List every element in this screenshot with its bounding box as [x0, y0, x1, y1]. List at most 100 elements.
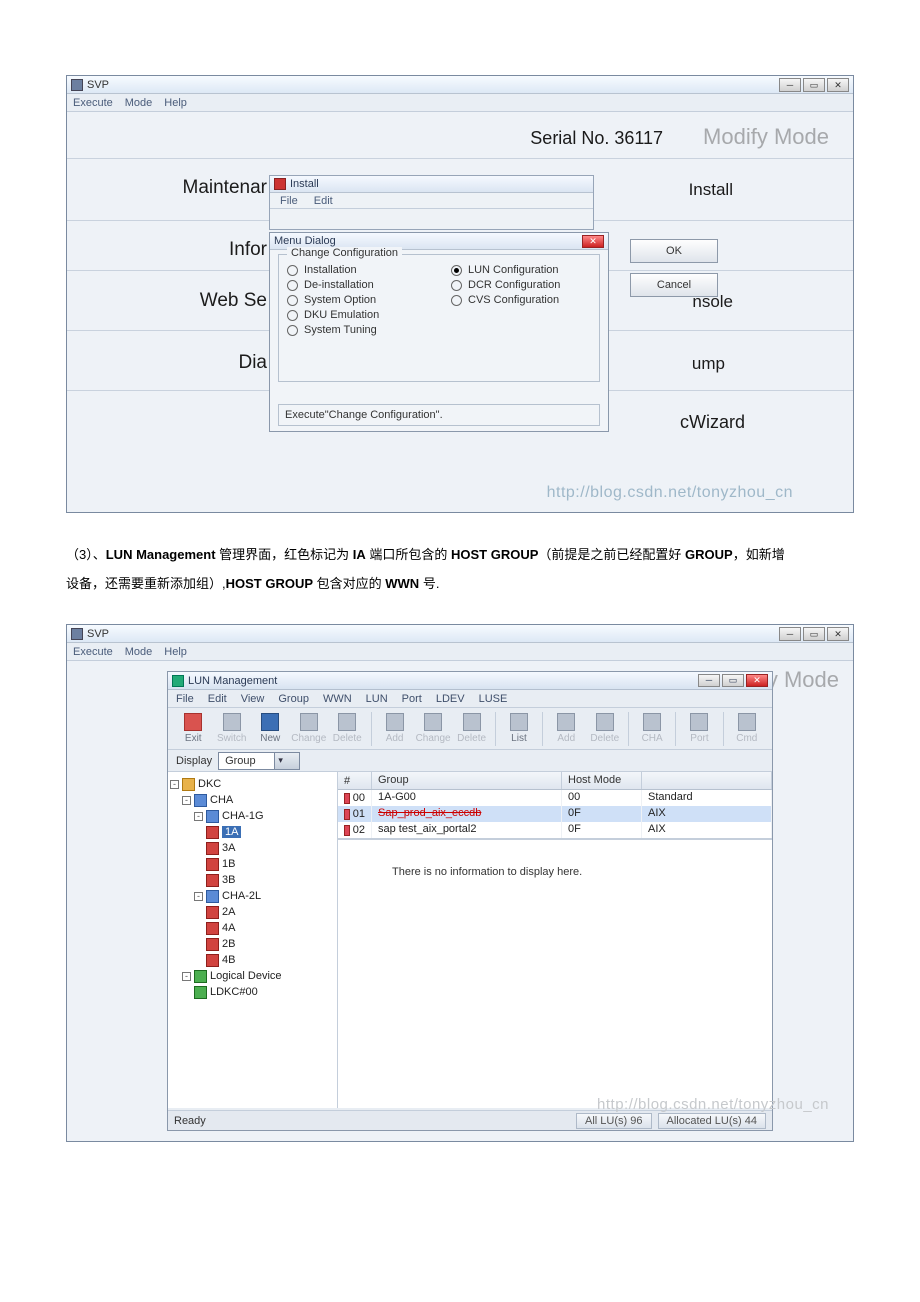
toolbar-new-button[interactable]: New	[251, 709, 290, 749]
toolbar-exit-button[interactable]: Exit	[174, 709, 213, 749]
lun-menu-view[interactable]: View	[241, 693, 265, 705]
install-window: Install File Edit	[269, 175, 594, 230]
toolbar-add-button[interactable]: Add	[547, 709, 586, 749]
cha-icon	[643, 713, 661, 731]
close-button[interactable]: ✕	[827, 78, 849, 92]
toolbar-delete-button[interactable]: Delete	[328, 709, 367, 749]
radio-deinstallation[interactable]: De-installation	[287, 279, 427, 291]
tree-toggle[interactable]: -	[170, 780, 179, 789]
right-pane: # Group Host Mode 001A-G0000Standard01Sa…	[338, 772, 772, 1108]
menu-mode[interactable]: Mode	[125, 646, 153, 658]
cancel-button[interactable]: Cancel	[630, 273, 718, 297]
group-table: # Group Host Mode 001A-G0000Standard01Sa…	[338, 772, 772, 839]
svp1-menubar: Execute Mode Help	[67, 94, 853, 112]
close-button[interactable]: ✕	[827, 627, 849, 641]
table-row[interactable]: 001A-G0000Standard	[338, 790, 772, 806]
radio-dku-emulation[interactable]: DKU Emulation	[287, 309, 427, 321]
col-hash[interactable]: #	[338, 772, 372, 789]
tree-ldkc[interactable]: LDKC#00	[210, 986, 258, 998]
btn-ump[interactable]: ump	[692, 354, 725, 374]
lun-menu-luse[interactable]: LUSE	[479, 693, 508, 705]
radio-installation[interactable]: Installation	[287, 264, 427, 276]
tree-port-1a[interactable]: 1A	[222, 826, 241, 838]
menu-execute[interactable]: Execute	[73, 646, 113, 658]
radio-lun-config[interactable]: LUN Configuration	[451, 264, 591, 276]
tree-port-3b[interactable]: 3B	[222, 874, 235, 886]
svp1-titlebar: SVP ─ ▭ ✕	[67, 76, 853, 94]
svp-window-1: SVP ─ ▭ ✕ Execute Mode Help Serial No. 3…	[66, 75, 854, 513]
tree-dkc[interactable]: DKC	[198, 778, 221, 790]
port-icon	[206, 954, 219, 967]
menu-dialog-buttons: OK Cancel	[630, 239, 718, 297]
ok-button[interactable]: OK	[630, 239, 718, 263]
tree-port-2a[interactable]: 2A	[222, 906, 235, 918]
toolbar-port-button[interactable]: Port	[680, 709, 719, 749]
lun-minimize-button[interactable]: ─	[698, 674, 720, 687]
tree-toggle[interactable]: -	[182, 972, 191, 981]
minimize-button[interactable]: ─	[779, 627, 801, 641]
tree-toggle[interactable]: -	[194, 812, 203, 821]
tree-port-2b[interactable]: 2B	[222, 938, 235, 950]
svp2-title: SVP	[87, 628, 109, 640]
maximize-button[interactable]: ▭	[803, 78, 825, 92]
menu-help[interactable]: Help	[164, 646, 187, 658]
add-icon	[557, 713, 575, 731]
chevron-down-icon[interactable]: ▾	[274, 753, 299, 769]
btn-wizard[interactable]: cWizard	[680, 412, 745, 433]
menu-help[interactable]: Help	[164, 97, 187, 109]
display-combo[interactable]: Group ▾	[218, 752, 300, 770]
row-maintenance: Maintenar	[67, 177, 267, 199]
tree-port-4a[interactable]: 4A	[222, 922, 235, 934]
toolbar-cha-button[interactable]: CHA	[633, 709, 672, 749]
toolbar-add-button[interactable]: Add	[375, 709, 414, 749]
radio-system-option[interactable]: System Option	[287, 294, 427, 306]
menu-mode[interactable]: Mode	[125, 97, 153, 109]
minimize-button[interactable]: ─	[779, 78, 801, 92]
lun-menu-lun[interactable]: LUN	[366, 693, 388, 705]
lun-menu-group[interactable]: Group	[278, 693, 309, 705]
toolbar-label: Add	[557, 733, 575, 744]
radio-system-tuning[interactable]: System Tuning	[287, 324, 427, 336]
toolbar-switch-button[interactable]: Switch	[213, 709, 252, 749]
tree-cha2l[interactable]: CHA-2L	[222, 890, 261, 902]
menu-dialog-close-icon[interactable]: ✕	[582, 235, 604, 248]
port-icon	[206, 858, 219, 871]
table-row[interactable]: 01Sap_prod_aix_eccdb0FAIX	[338, 806, 772, 822]
toolbar-list-button[interactable]: List	[500, 709, 539, 749]
maximize-button[interactable]: ▭	[803, 627, 825, 641]
install-menu-file[interactable]: File	[280, 195, 298, 207]
lun-menu-wwn[interactable]: WWN	[323, 693, 352, 705]
tree-logical-device[interactable]: Logical Device	[210, 970, 282, 982]
toolbar-delete-button[interactable]: Delete	[586, 709, 625, 749]
port-icon	[206, 842, 219, 855]
lun-menu-port[interactable]: Port	[402, 693, 422, 705]
toolbar-cmd-button[interactable]: Cmd	[728, 709, 767, 749]
lun-menu-edit[interactable]: Edit	[208, 693, 227, 705]
lun-menu-file[interactable]: File	[176, 693, 194, 705]
toolbar-delete-button[interactable]: Delete	[452, 709, 491, 749]
lun-toolbar: ExitSwitchNewChangeDeleteAddChangeDelete…	[168, 708, 772, 750]
tree-port-1b[interactable]: 1B	[222, 858, 235, 870]
tree-port-3a[interactable]: 3A	[222, 842, 235, 854]
col-group[interactable]: Group	[372, 772, 562, 789]
port-icon	[206, 938, 219, 951]
lun-maximize-button[interactable]: ▭	[722, 674, 744, 687]
tree-toggle[interactable]: -	[194, 892, 203, 901]
exit-icon	[184, 713, 202, 731]
tree-toggle[interactable]: -	[182, 796, 191, 805]
menu-execute[interactable]: Execute	[73, 97, 113, 109]
lun-menu-ldev[interactable]: LDEV	[436, 693, 465, 705]
tree-cha[interactable]: CHA	[210, 794, 233, 806]
btn-install[interactable]: Install	[689, 180, 733, 200]
no-info-pane: There is no information to display here.	[338, 839, 772, 1108]
toolbar-change-button[interactable]: Change	[414, 709, 453, 749]
radio-dcr-config[interactable]: DCR Configuration	[451, 279, 591, 291]
radio-cvs-config[interactable]: CVS Configuration	[451, 294, 591, 306]
tree-port-4b[interactable]: 4B	[222, 954, 235, 966]
toolbar-change-button[interactable]: Change	[290, 709, 329, 749]
lun-close-button[interactable]: ✕	[746, 674, 768, 687]
tree-cha1g[interactable]: CHA-1G	[222, 810, 264, 822]
col-hostmode[interactable]: Host Mode	[562, 772, 642, 789]
table-row[interactable]: 02sap test_aix_portal20FAIX	[338, 822, 772, 838]
install-menu-edit[interactable]: Edit	[314, 195, 333, 207]
